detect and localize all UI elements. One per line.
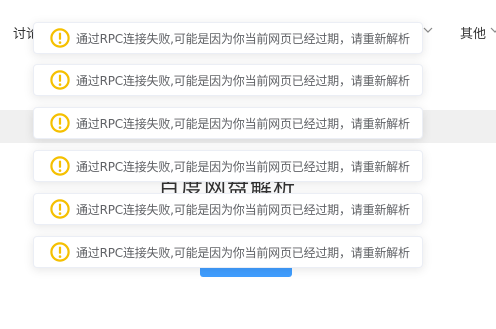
warning-icon	[50, 242, 70, 262]
warning-icon	[50, 28, 70, 48]
nav-item-other[interactable]: 其他	[460, 23, 486, 42]
toast-notification: 通过RPC连接失败,可能是因为你当前网页已经过期，请重新解析	[33, 236, 423, 268]
toast-message: 通过RPC连接失败,可能是因为你当前网页已经过期，请重新解析	[76, 159, 410, 174]
toast-notification: 通过RPC连接失败,可能是因为你当前网页已经过期，请重新解析	[33, 193, 423, 225]
warning-icon	[50, 199, 70, 219]
toast-message: 通过RPC连接失败,可能是因为你当前网页已经过期，请重新解析	[76, 116, 410, 131]
toast-notification: 通过RPC连接失败,可能是因为你当前网页已经过期，请重新解析	[33, 64, 423, 96]
warning-icon	[50, 156, 70, 176]
toast-notification: 通过RPC连接失败,可能是因为你当前网页已经过期，请重新解析	[33, 107, 423, 139]
toast-message: 通过RPC连接失败,可能是因为你当前网页已经过期，请重新解析	[76, 245, 410, 260]
chevron-down-icon[interactable]	[489, 24, 496, 36]
warning-icon	[50, 113, 70, 133]
warning-icon	[50, 70, 70, 90]
toast-message: 通过RPC连接失败,可能是因为你当前网页已经过期，请重新解析	[76, 202, 410, 217]
chevron-down-icon[interactable]	[422, 24, 434, 36]
toast-notification: 通过RPC连接失败,可能是因为你当前网页已经过期，请重新解析	[33, 22, 423, 54]
toast-message: 通过RPC连接失败,可能是因为你当前网页已经过期，请重新解析	[76, 73, 410, 88]
toast-notification: 通过RPC连接失败,可能是因为你当前网页已经过期，请重新解析	[33, 150, 423, 182]
toast-message: 通过RPC连接失败,可能是因为你当前网页已经过期，请重新解析	[76, 31, 410, 46]
